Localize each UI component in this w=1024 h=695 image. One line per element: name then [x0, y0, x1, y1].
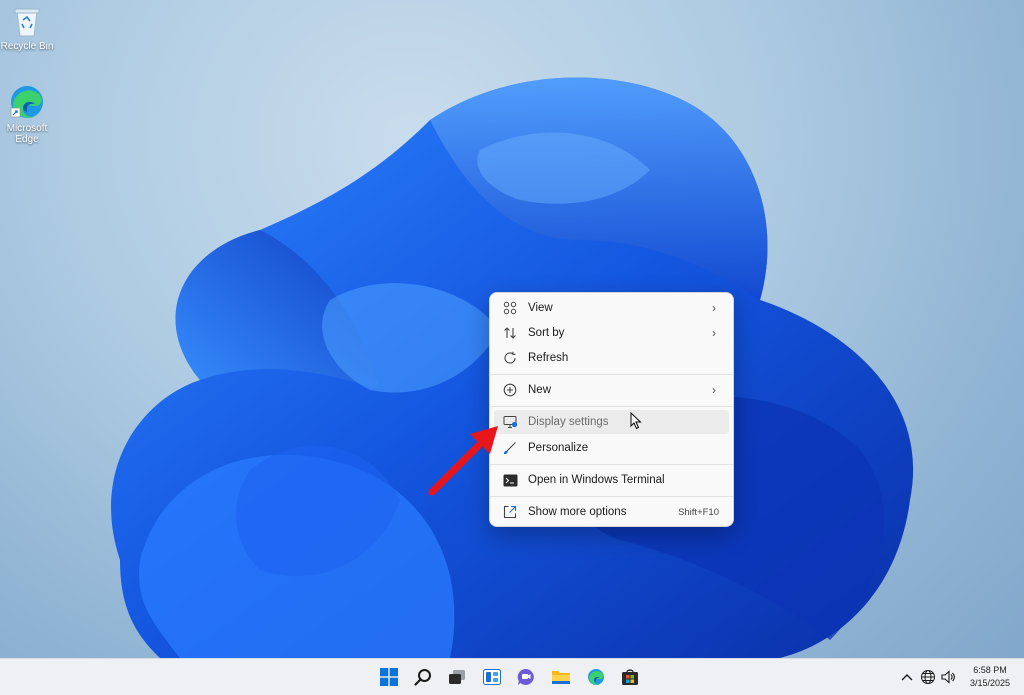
- taskbar-file-explorer-button[interactable]: [551, 667, 571, 687]
- menu-item-personalize[interactable]: Personalize: [494, 436, 729, 460]
- tray-clock[interactable]: 6:58 PM 3/15/2025: [962, 665, 1018, 691]
- menu-item-sort-by[interactable]: Sort by ›: [494, 321, 729, 345]
- menu-item-label: Open in Windows Terminal: [528, 474, 665, 486]
- taskbar-start-button[interactable]: [379, 667, 399, 687]
- start-icon: [380, 668, 398, 686]
- edge-icon: [588, 669, 604, 685]
- display-icon: [502, 414, 518, 430]
- menu-item-refresh[interactable]: Refresh: [494, 346, 729, 370]
- file-explorer-icon: [552, 671, 570, 684]
- tray-volume-button[interactable]: [938, 667, 958, 687]
- menu-item-label: View: [528, 302, 553, 314]
- desktop-icon-microsoft-edge[interactable]: Microsoft Edge: [0, 84, 57, 145]
- chevron-right-icon: ›: [712, 301, 716, 315]
- speaker-icon: [941, 670, 955, 684]
- menu-item-label: New: [528, 384, 552, 396]
- menu-item-display-settings[interactable]: Display settings: [494, 410, 729, 434]
- menu-item-show-more-options[interactable]: Show more options Shift+F10: [494, 500, 729, 524]
- grid-view-icon: [502, 300, 518, 316]
- taskbar-chat-button[interactable]: [516, 667, 536, 687]
- mouse-cursor-icon: [630, 412, 642, 430]
- share-icon: [502, 504, 518, 520]
- edge-icon: [10, 86, 43, 118]
- widgets-icon: [483, 669, 501, 685]
- tray-date: 3/15/2025: [969, 678, 1011, 688]
- chevron-right-icon: ›: [712, 383, 716, 397]
- store-icon: [622, 669, 638, 685]
- menu-item-shortcut: Shift+F10: [678, 506, 719, 518]
- menu-item-new[interactable]: New ›: [494, 378, 729, 402]
- search-icon: [414, 669, 431, 686]
- desktop-context-menu: View › Sort by › Refresh New › Display s…: [489, 292, 734, 527]
- recycle-bin-icon: [14, 8, 40, 37]
- menu-separator: [490, 496, 733, 497]
- terminal-icon: [502, 472, 518, 488]
- menu-separator: [490, 374, 733, 375]
- refresh-icon: [502, 350, 518, 366]
- tray-network-button[interactable]: [918, 667, 938, 687]
- tray-time: 6:58 PM: [973, 665, 1007, 675]
- plus-circle-icon: [502, 382, 518, 398]
- taskbar: 6:58 PM 3/15/2025: [0, 658, 1024, 695]
- task-view-icon: [449, 670, 465, 684]
- sort-icon: [502, 325, 518, 341]
- menu-item-label: Personalize: [528, 442, 589, 454]
- chevron-up-icon: [901, 674, 913, 681]
- taskbar-task-view-button[interactable]: [447, 667, 467, 687]
- taskbar-store-button[interactable]: [620, 667, 640, 687]
- menu-separator: [490, 464, 733, 465]
- menu-item-label: Display settings: [528, 416, 609, 428]
- menu-item-label: Refresh: [528, 352, 569, 364]
- desktop-icon-label: Microsoft Edge: [6, 123, 48, 145]
- chevron-right-icon: ›: [712, 326, 716, 340]
- menu-item-label: Sort by: [528, 327, 565, 339]
- menu-item-view[interactable]: View ›: [494, 296, 729, 320]
- desktop-icon-label: Recycle Bin: [0, 41, 54, 52]
- menu-separator: [490, 406, 733, 407]
- taskbar-widgets-button[interactable]: [482, 667, 502, 687]
- taskbar-edge-button[interactable]: [586, 667, 606, 687]
- brush-icon: [502, 440, 518, 456]
- tray-overflow-button[interactable]: [897, 667, 917, 687]
- chat-icon: [517, 668, 534, 685]
- menu-item-label: Show more options: [528, 506, 627, 518]
- desktop-icon-recycle-bin[interactable]: Recycle Bin: [0, 6, 57, 52]
- taskbar-search-button[interactable]: [413, 667, 433, 687]
- globe-icon: [921, 670, 935, 684]
- annotation-arrow-icon: [428, 426, 498, 496]
- menu-item-open-in-terminal[interactable]: Open in Windows Terminal: [494, 468, 729, 492]
